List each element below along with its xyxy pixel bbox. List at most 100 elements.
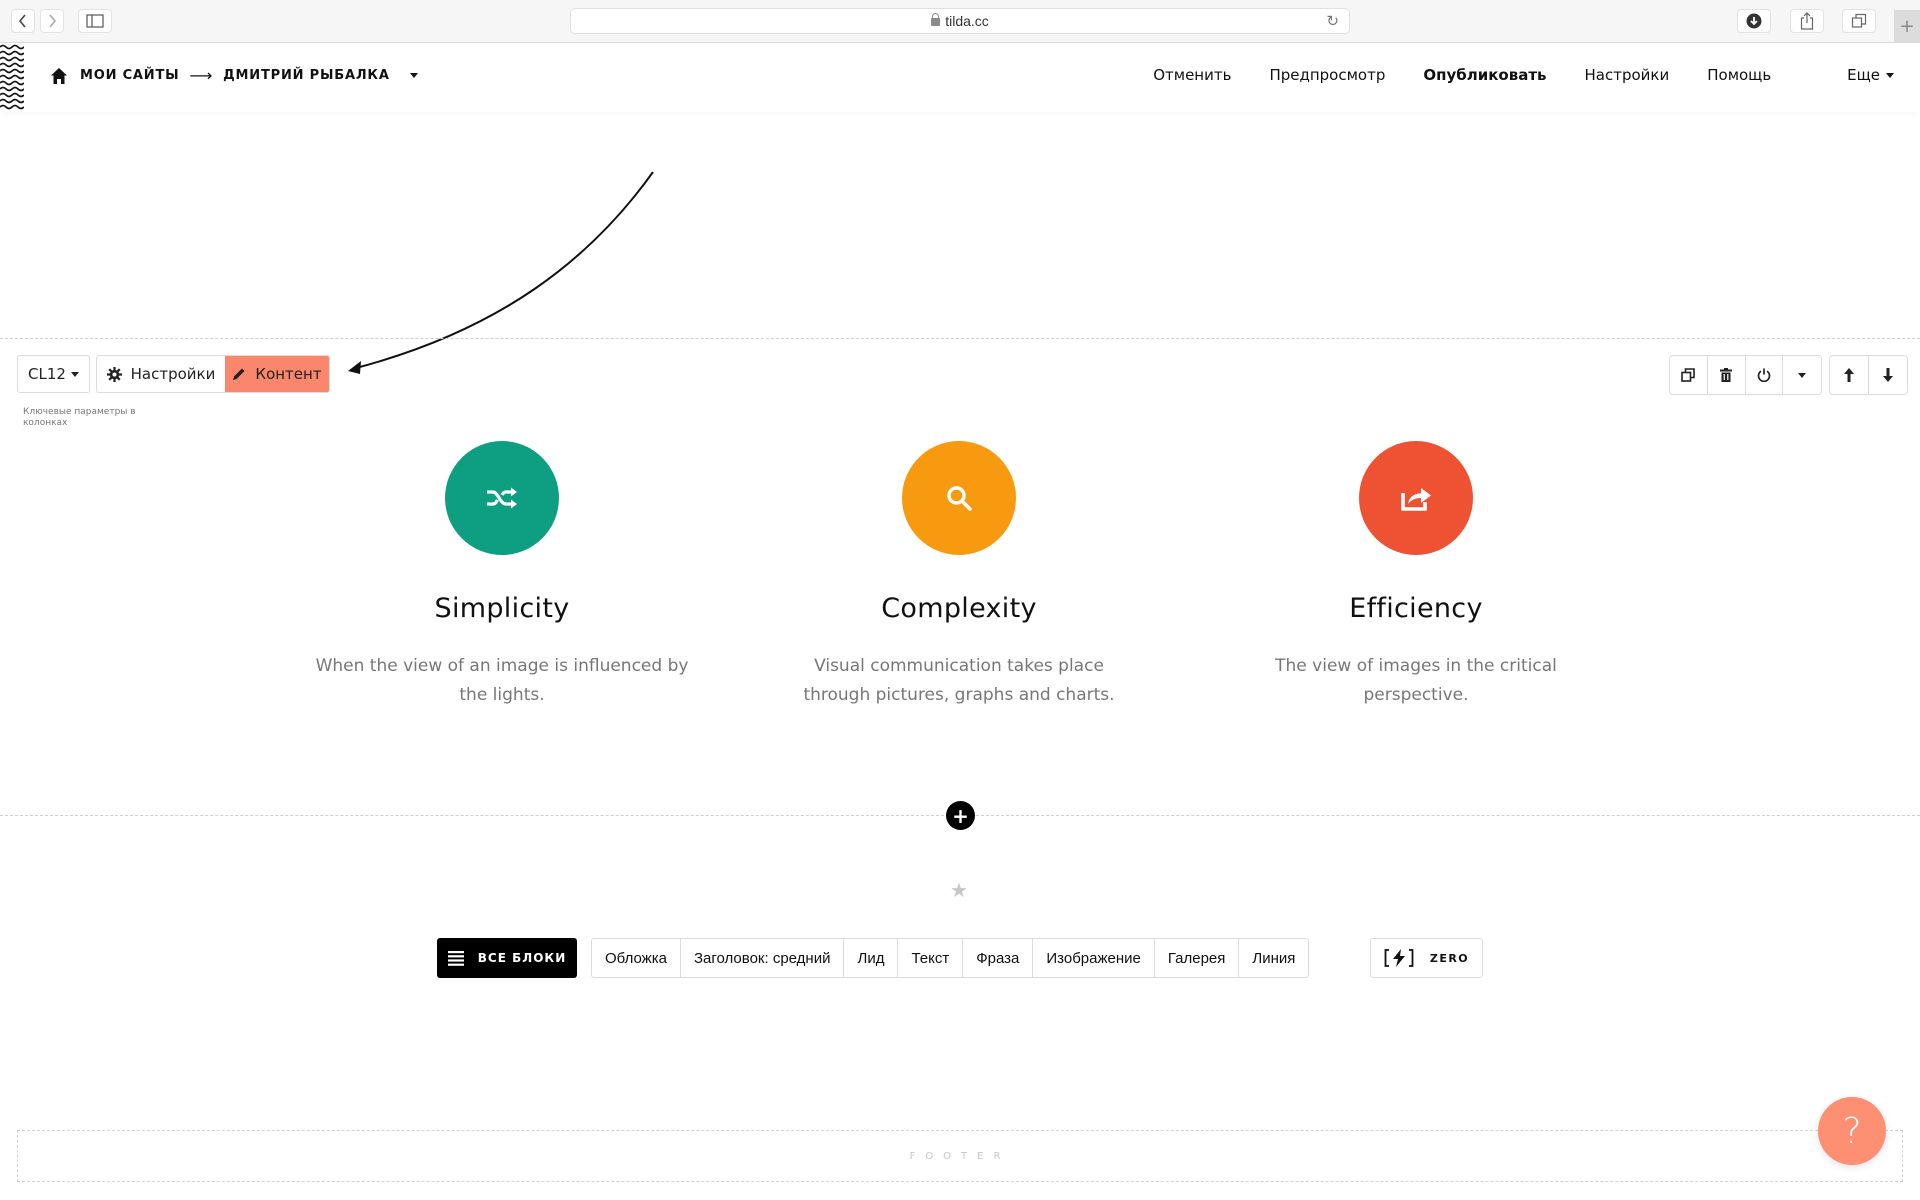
quick-block-text[interactable]: Текст [898, 939, 964, 977]
tabs-overview-button[interactable] [1842, 9, 1876, 33]
search-icon [947, 486, 972, 511]
block-hint: Ключевые параметры в колонках [23, 407, 136, 428]
share-icon [1800, 12, 1814, 30]
block-move-group [1829, 355, 1908, 395]
feature-description: The view of images in the critical persp… [1275, 656, 1557, 705]
feature-icon-circle [902, 441, 1016, 555]
zero-block-button[interactable]: ZERO [1370, 938, 1483, 978]
browser-toolbar: tilda.cc ↻ + [0, 0, 1920, 43]
menu-more[interactable]: Еще [1809, 66, 1894, 84]
block-code-label: CL12 [28, 365, 66, 383]
downloads-button[interactable] [1737, 9, 1771, 33]
feature-icon-circle [1359, 441, 1473, 555]
duplicate-block-button[interactable] [1670, 356, 1708, 394]
footer-label: FOOTER [909, 1150, 1011, 1162]
block-content-label: Контент [255, 365, 322, 383]
sidebar-icon [86, 14, 104, 28]
top-menu: Отменить Предпросмотр Опубликовать Настр… [1115, 66, 1894, 84]
pencil-icon [233, 368, 245, 380]
address-bar[interactable]: tilda.cc ↻ [570, 8, 1350, 34]
quick-block-cover[interactable]: Обложка [592, 939, 681, 977]
download-icon [1746, 13, 1762, 29]
more-caret-icon [1798, 372, 1807, 378]
forward-icon [49, 14, 57, 28]
home-icon[interactable] [50, 67, 68, 85]
quick-block-phrase[interactable]: Фраза [963, 939, 1034, 977]
breadcrumb-project[interactable]: ДМИТРИЙ РЫБАЛКА [223, 68, 390, 83]
back-button[interactable] [11, 9, 35, 33]
quick-block-image[interactable]: Изображение [1033, 939, 1155, 977]
help-button[interactable]: ? [1818, 1097, 1886, 1165]
feature-description: When the view of an image is influenced … [315, 656, 689, 705]
quick-block-list: Обложка Заголовок: средний Лид Текст Фра… [591, 938, 1310, 978]
favorites-star-icon[interactable]: ★ [950, 878, 968, 902]
menu-more-label: Еще [1847, 66, 1880, 84]
chevron-down-icon [1886, 73, 1894, 78]
duplicate-icon [1681, 368, 1696, 382]
delete-icon [1720, 368, 1733, 382]
move-down-button[interactable] [1869, 356, 1907, 394]
project-dropdown-caret-icon[interactable] [409, 73, 418, 78]
editor-header: МОИ САЙТЫ ⟶ ДМИТРИЙ РЫБАЛКА Отменить Пре… [0, 44, 1920, 112]
block-settings-label: Настройки [130, 365, 216, 383]
arrow-head-icon [348, 361, 361, 374]
plus-icon: + [952, 803, 969, 828]
menu-preview[interactable]: Предпросмотр [1269, 66, 1385, 84]
quick-block-gallery[interactable]: Галерея [1155, 939, 1240, 977]
back-icon [18, 14, 26, 28]
new-tab-icon: + [1899, 16, 1915, 37]
feature-column: Simplicity When the view of an image is … [292, 441, 712, 710]
tilda-logo[interactable] [0, 44, 24, 112]
zero-block-icon [1384, 949, 1414, 967]
feature-title: Complexity [881, 593, 1037, 624]
add-block-button[interactable]: + [946, 801, 975, 830]
reload-icon[interactable]: ↻ [1326, 12, 1339, 30]
block-content-button[interactable]: Контент [225, 356, 329, 392]
feature-title: Simplicity [434, 593, 570, 624]
forward-button[interactable] [40, 9, 64, 33]
question-icon: ? [1842, 1110, 1862, 1152]
menu-help[interactable]: Помощь [1707, 66, 1771, 84]
more-actions-button[interactable] [1783, 356, 1821, 394]
list-icon [447, 950, 464, 966]
wave-logo-icon [0, 44, 24, 110]
block-edit-group: Настройки Контент [96, 355, 330, 393]
shuffle-icon [487, 487, 517, 509]
footer-placeholder[interactable]: FOOTER [17, 1130, 1903, 1182]
breadcrumb-my-sites[interactable]: МОИ САЙТЫ [80, 68, 179, 83]
toggle-block-button[interactable] [1746, 356, 1784, 394]
delete-block-button[interactable] [1708, 356, 1746, 394]
all-blocks-label: ВСЕ БЛОКИ [477, 951, 567, 965]
feature-title: Efficiency [1349, 593, 1483, 624]
quick-block-lead[interactable]: Лид [844, 939, 899, 977]
power-icon [1757, 368, 1771, 382]
quick-block-line[interactable]: Линия [1239, 939, 1308, 977]
move-down-icon [1882, 368, 1893, 382]
zero-block-label: ZERO [1429, 951, 1470, 965]
menu-undo[interactable]: Отменить [1153, 66, 1231, 84]
move-up-button[interactable] [1830, 356, 1869, 394]
tabs-icon [1851, 13, 1867, 28]
lock-icon [931, 13, 941, 26]
chevron-down-icon [70, 371, 79, 377]
breadcrumb: МОИ САЙТЫ ⟶ ДМИТРИЙ РЫБАЛКА [50, 66, 418, 85]
block-settings-button[interactable]: Настройки [97, 356, 225, 392]
block-actions-group [1669, 355, 1822, 395]
feature-description: Visual communication takes place through… [803, 656, 1115, 705]
new-tab-button[interactable]: + [1894, 10, 1920, 43]
sidebar-toggle-button[interactable] [78, 9, 112, 33]
share-button[interactable] [1790, 9, 1824, 33]
all-blocks-button[interactable]: ВСЕ БЛОКИ [437, 938, 577, 978]
feature-icon-circle [445, 441, 559, 555]
feature-column: Complexity Visual communication takes pl… [749, 441, 1169, 710]
gear-icon [106, 366, 122, 382]
menu-settings[interactable]: Настройки [1585, 66, 1670, 84]
block-separator-top [0, 338, 1920, 339]
move-up-icon [1843, 368, 1854, 382]
block-code-dropdown[interactable]: CL12 [17, 355, 90, 393]
breadcrumb-separator: ⟶ [189, 66, 214, 85]
menu-publish[interactable]: Опубликовать [1423, 66, 1546, 84]
feature-column: Efficiency The view of images in the cri… [1206, 441, 1626, 710]
share-icon [1401, 488, 1431, 511]
quick-block-heading-medium[interactable]: Заголовок: средний [681, 939, 845, 977]
